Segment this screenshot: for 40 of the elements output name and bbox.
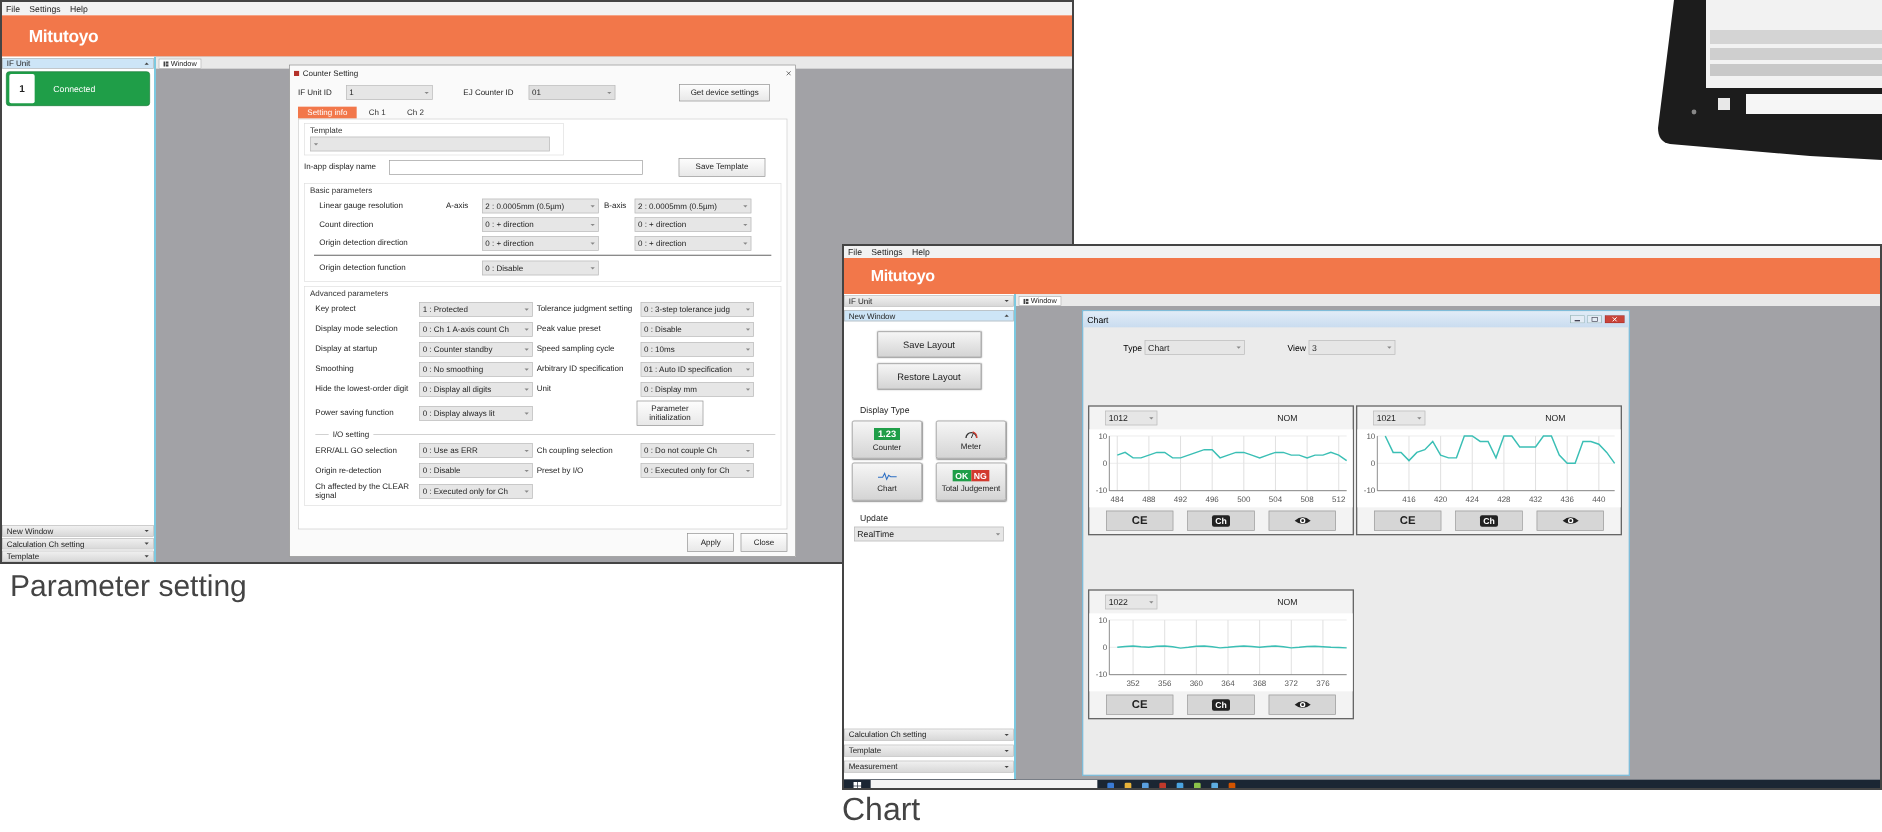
- input-field[interactable]: [389, 160, 643, 175]
- caret-icon: [1148, 416, 1154, 420]
- caret-icon: [1148, 600, 1154, 604]
- caret-icon: [313, 142, 319, 146]
- start-icon[interactable]: [853, 781, 862, 788]
- caption: Chart: [842, 794, 921, 830]
- caret-icon: [745, 347, 751, 351]
- window-icon: [163, 61, 169, 67]
- app-icon: [294, 70, 300, 76]
- caret-icon: [144, 542, 150, 546]
- maximize-icon[interactable]: [1587, 315, 1602, 324]
- app-icon[interactable]: [1124, 781, 1132, 788]
- caret-icon: [1416, 416, 1422, 420]
- caret-icon: [995, 532, 1001, 536]
- caret-icon: [745, 367, 751, 371]
- search-field[interactable]: [870, 780, 1098, 788]
- caret-icon: [745, 307, 751, 311]
- caret-icon: [144, 61, 150, 65]
- logo: Mitutoyo: [870, 266, 935, 286]
- view-button[interactable]: [1268, 694, 1336, 715]
- caption: Parameter setting: [10, 570, 247, 604]
- eye-icon: [1561, 516, 1579, 526]
- caret-icon: [144, 529, 150, 533]
- minimize-icon[interactable]: [1570, 315, 1585, 324]
- gauge-icon: [964, 429, 978, 439]
- caret-icon: [745, 387, 751, 391]
- view-button[interactable]: [1268, 510, 1336, 531]
- eye-icon: [1293, 516, 1311, 526]
- caret-icon: [745, 327, 751, 331]
- app-icon[interactable]: [1228, 781, 1236, 788]
- app-icon[interactable]: [1176, 781, 1184, 788]
- caret-icon: [144, 554, 150, 558]
- logo: Mitutoyo: [28, 25, 99, 47]
- view-button[interactable]: [1536, 510, 1604, 531]
- caret-icon: [1004, 299, 1010, 303]
- caret-icon: [742, 204, 748, 208]
- eye-icon: [1293, 700, 1311, 710]
- close-icon[interactable]: [1604, 315, 1625, 324]
- window-icon: [1023, 298, 1029, 304]
- caret-icon: [1004, 314, 1010, 318]
